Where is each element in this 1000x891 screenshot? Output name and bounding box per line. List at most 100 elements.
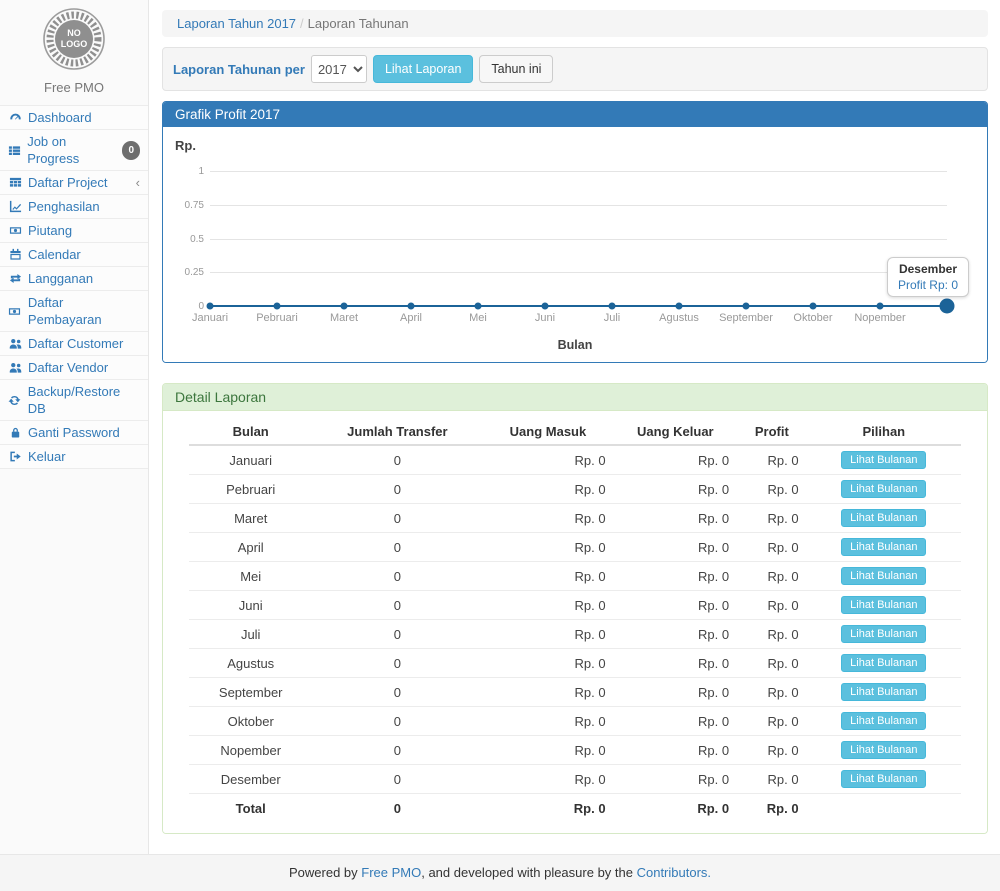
- sidebar-item-calendar[interactable]: Calendar: [0, 243, 148, 267]
- lihat-bulanan-button[interactable]: Lihat Bulanan: [841, 567, 926, 585]
- x-tick-juli: Juli: [604, 312, 621, 324]
- detail-panel-title: Detail Laporan: [163, 384, 987, 411]
- filter-label: Laporan Tahunan per: [173, 62, 305, 77]
- y-axis-tick-label: 0.25: [168, 267, 204, 278]
- chart-tooltip: Desember Profit Rp: 0: [887, 257, 969, 297]
- cell-jumlah-transfer: 0: [312, 678, 482, 707]
- cell-uang-masuk: Rp. 0: [482, 649, 613, 678]
- cell-jumlah-transfer: 0: [312, 591, 482, 620]
- total-value: [807, 794, 961, 822]
- profit-series-line: [210, 305, 947, 307]
- lihat-bulanan-button[interactable]: Lihat Bulanan: [841, 770, 926, 788]
- lihat-bulanan-button[interactable]: Lihat Bulanan: [841, 509, 926, 527]
- sidebar-item-label: Keluar: [28, 448, 66, 465]
- filter-bar: Laporan Tahunan per 2017 Lihat Laporan T…: [162, 47, 988, 91]
- cell-jumlah-transfer: 0: [312, 649, 482, 678]
- data-point-nopember[interactable]: [877, 303, 884, 310]
- sidebar-item-label: Ganti Password: [28, 424, 120, 441]
- lihat-bulanan-button[interactable]: Lihat Bulanan: [841, 596, 926, 614]
- breadcrumb-link[interactable]: Laporan Tahun 2017: [177, 16, 296, 31]
- data-point-mei[interactable]: [475, 303, 482, 310]
- total-value: Rp. 0: [482, 794, 613, 822]
- cell-pilihan: Lihat Bulanan: [807, 736, 961, 765]
- sidebar-item-langganan[interactable]: Langganan: [0, 267, 148, 291]
- lihat-bulanan-button[interactable]: Lihat Bulanan: [841, 480, 926, 498]
- table-row: Maret0Rp. 0Rp. 0Rp. 0Lihat Bulanan: [189, 504, 961, 533]
- footer-text-middle: , and developed with pleasure by the: [421, 865, 636, 880]
- x-tick-mei: Mei: [469, 312, 487, 324]
- cell-uang-keluar: Rp. 0: [614, 678, 738, 707]
- data-point-maret[interactable]: [341, 303, 348, 310]
- sidebar-item-label: Backup/Restore DB: [28, 383, 140, 417]
- cell-pilihan: Lihat Bulanan: [807, 591, 961, 620]
- lihat-bulanan-button[interactable]: Lihat Bulanan: [841, 625, 926, 643]
- data-point-januari[interactable]: [207, 303, 214, 310]
- sidebar-item-label: Langganan: [28, 270, 93, 287]
- sidebar-item-daftar-pembayaran[interactable]: Daftar Pembayaran: [0, 291, 148, 332]
- cell-uang-masuk: Rp. 0: [482, 707, 613, 736]
- lihat-laporan-button[interactable]: Lihat Laporan: [373, 55, 473, 83]
- cell-profit: Rp. 0: [737, 649, 806, 678]
- sidebar-menu: DashboardJob on Progress0Daftar Project‹…: [0, 105, 148, 469]
- sidebar-item-label: Piutang: [28, 222, 72, 239]
- data-point-september[interactable]: [743, 303, 750, 310]
- cell-uang-masuk: Rp. 0: [482, 591, 613, 620]
- column-header-profit: Profit: [737, 419, 806, 445]
- x-tick-pebruari: Pebruari: [256, 312, 298, 324]
- sidebar-item-label: Daftar Vendor: [28, 359, 108, 376]
- lihat-bulanan-button[interactable]: Lihat Bulanan: [841, 712, 926, 730]
- footer-text-prefix: Powered by: [289, 865, 361, 880]
- tahun-ini-button[interactable]: Tahun ini: [479, 55, 553, 83]
- cell-jumlah-transfer: 0: [312, 707, 482, 736]
- sidebar-item-daftar-customer[interactable]: Daftar Customer: [0, 332, 148, 356]
- cell-uang-keluar: Rp. 0: [614, 475, 738, 504]
- data-point-juni[interactable]: [542, 303, 549, 310]
- x-tick-januari: Januari: [192, 312, 228, 324]
- column-header-bulan: Bulan: [189, 419, 313, 445]
- sidebar-item-keluar[interactable]: Keluar: [0, 445, 148, 469]
- column-header-jumlah-transfer: Jumlah Transfer: [312, 419, 482, 445]
- table-row: Januari0Rp. 0Rp. 0Rp. 0Lihat Bulanan: [189, 445, 961, 475]
- cell-bulan: Agustus: [189, 649, 313, 678]
- lihat-bulanan-button[interactable]: Lihat Bulanan: [841, 451, 926, 469]
- cell-profit: Rp. 0: [737, 736, 806, 765]
- dashboard-icon: [8, 111, 22, 124]
- sidebar-item-piutang[interactable]: Piutang: [0, 219, 148, 243]
- cell-profit: Rp. 0: [737, 445, 806, 475]
- cell-bulan: Pebruari: [189, 475, 313, 504]
- brand-name: Free PMO: [0, 80, 148, 95]
- sidebar-item-job-on-progress[interactable]: Job on Progress0: [0, 130, 148, 171]
- data-point-pebruari[interactable]: [274, 303, 281, 310]
- lihat-bulanan-button[interactable]: Lihat Bulanan: [841, 538, 926, 556]
- cell-pilihan: Lihat Bulanan: [807, 678, 961, 707]
- table-row: Juni0Rp. 0Rp. 0Rp. 0Lihat Bulanan: [189, 591, 961, 620]
- sidebar-item-ganti-password[interactable]: Ganti Password: [0, 421, 148, 445]
- cell-uang-masuk: Rp. 0: [482, 504, 613, 533]
- cell-uang-keluar: Rp. 0: [614, 736, 738, 765]
- sidebar-item-daftar-vendor[interactable]: Daftar Vendor: [0, 356, 148, 380]
- lihat-bulanan-button[interactable]: Lihat Bulanan: [841, 741, 926, 759]
- cell-uang-masuk: Rp. 0: [482, 562, 613, 591]
- lihat-bulanan-button[interactable]: Lihat Bulanan: [841, 683, 926, 701]
- data-point-oktober[interactable]: [810, 303, 817, 310]
- table-body: Januari0Rp. 0Rp. 0Rp. 0Lihat BulananPebr…: [189, 445, 961, 794]
- money-icon: [8, 224, 22, 237]
- data-point-april[interactable]: [408, 303, 415, 310]
- year-select[interactable]: 2017: [311, 55, 367, 83]
- list-icon: [8, 144, 21, 157]
- chevron-left-icon: ‹: [136, 176, 140, 189]
- data-point-agustus[interactable]: [676, 303, 683, 310]
- x-axis-tick-labels: JanuariPebruariMaretAprilMeiJuniJuliAgus…: [210, 312, 947, 328]
- lihat-bulanan-button[interactable]: Lihat Bulanan: [841, 654, 926, 672]
- breadcrumb-separator: /: [296, 16, 308, 31]
- cell-uang-masuk: Rp. 0: [482, 475, 613, 504]
- sidebar-item-penghasilan[interactable]: Penghasilan: [0, 195, 148, 219]
- data-point-juli[interactable]: [609, 303, 616, 310]
- sidebar-item-dashboard[interactable]: Dashboard: [0, 105, 148, 130]
- sidebar-item-backup-restore-db[interactable]: Backup/Restore DB: [0, 380, 148, 421]
- chart-panel-title: Grafik Profit 2017: [163, 102, 987, 127]
- sidebar-item-daftar-project[interactable]: Daftar Project‹: [0, 171, 148, 195]
- footer-link-contributors[interactable]: Contributors.: [637, 865, 711, 880]
- footer-link-freepmo[interactable]: Free PMO: [361, 865, 421, 880]
- users-icon: [8, 337, 22, 350]
